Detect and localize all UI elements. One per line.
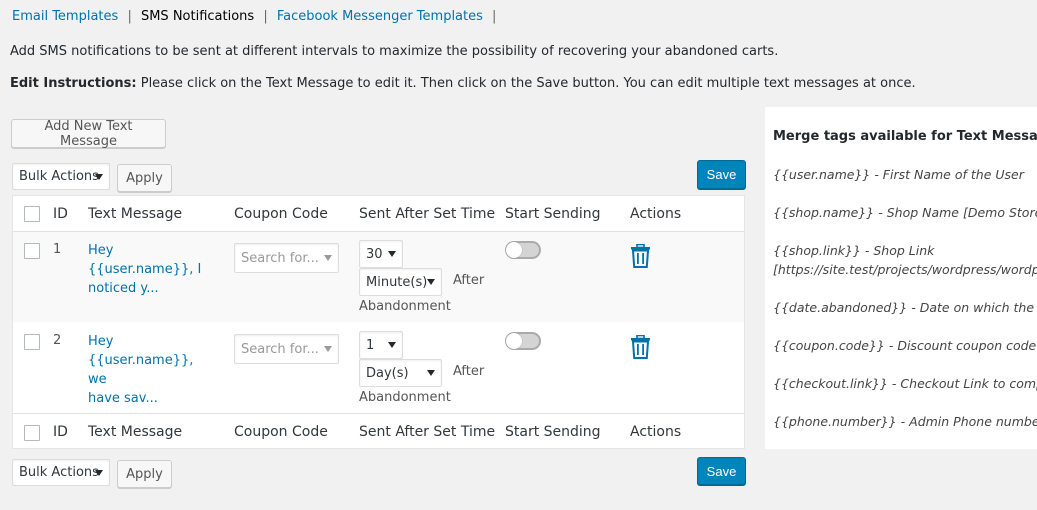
column-footer-coupon-code: Coupon Code [234, 424, 328, 440]
footer-divider [13, 413, 744, 414]
edit-instructions-label: Edit Instructions: [10, 76, 137, 91]
column-header-start-sending: Start Sending [505, 206, 601, 222]
column-header-id[interactable]: ID [53, 206, 68, 222]
text-message-line: have sav... [88, 391, 158, 406]
merge-tag-item: {{coupon.code}} - Discount coupon code [773, 338, 1037, 353]
apply-button-bottom[interactable]: Apply [117, 460, 172, 488]
bulk-actions-value: Bulk Actions [19, 169, 99, 184]
column-footer-start-sending: Start Sending [505, 424, 601, 440]
sms-templates-table: ID Text Message Coupon Code Sent After S… [12, 195, 745, 449]
row-checkbox[interactable] [24, 334, 40, 350]
chevron-down-icon [324, 346, 332, 352]
after-label: After [453, 364, 485, 379]
abandonment-label: Abandonment [359, 299, 451, 314]
merge-tag-item: {{phone.number}} - Admin Phone number [773, 414, 1037, 429]
abandonment-label: Abandonment [359, 390, 451, 405]
column-footer-text-message[interactable]: Text Message [88, 424, 182, 440]
trash-icon[interactable] [630, 334, 651, 363]
save-button-top[interactable]: Save [697, 160, 746, 189]
column-footer-sent-after-set-time: Sent After Set Time [359, 424, 496, 440]
merge-tag-item: {{user.name}} - First Name of the User [773, 167, 1024, 182]
row-checkbox[interactable] [24, 243, 40, 259]
page-description: Add SMS notifications to be sent at diff… [10, 44, 779, 59]
time-value-select[interactable]: 1 [359, 331, 403, 359]
row-id: 1 [53, 242, 62, 257]
merge-tag-item: {{date.abandoned}} - Date on which the C… [773, 300, 1037, 315]
text-message-line: noticed y... [88, 281, 159, 296]
merge-tag-item: [https://site.test/projects/wordpress/wo… [773, 262, 1037, 277]
start-sending-toggle[interactable] [505, 241, 541, 259]
sub-navigation: Email Templates | SMS Notifications | Fa… [12, 9, 501, 24]
text-message-link[interactable]: Hey {{user.name}}, we have sav... [88, 332, 208, 408]
merge-tags-panel: Merge tags available for Text Messages: … [765, 107, 1037, 449]
coupon-code-placeholder: Search for... [241, 341, 319, 357]
trash-icon[interactable] [630, 243, 651, 272]
tab-separator: | [492, 9, 497, 24]
chevron-down-icon [388, 342, 396, 348]
select-all-checkbox-footer[interactable] [24, 425, 40, 441]
column-footer-actions: Actions [630, 424, 682, 440]
chevron-down-icon [427, 279, 435, 285]
tab-separator: | [263, 9, 268, 24]
merge-tag-item: {{checkout.link}} - Checkout Link to com… [773, 376, 1037, 391]
edit-instructions-text: Please click on the Text Message to edit… [140, 76, 916, 91]
chevron-down-icon [95, 469, 103, 476]
time-value-select[interactable]: 30 [359, 240, 403, 268]
chevron-down-icon [388, 251, 396, 257]
text-message-link[interactable]: Hey {{user.name}}, I noticed y... [88, 241, 208, 298]
save-button-bottom[interactable]: Save [697, 457, 746, 485]
tab-separator: | [127, 9, 132, 24]
bulk-actions-select-top[interactable]: Bulk Actions [12, 163, 110, 190]
column-header-coupon-code: Coupon Code [234, 206, 328, 222]
coupon-code-select[interactable]: Search for... [234, 243, 339, 273]
coupon-code-select[interactable]: Search for... [234, 334, 339, 364]
column-header-text-message[interactable]: Text Message [88, 206, 182, 222]
coupon-code-placeholder: Search for... [241, 250, 319, 266]
column-header-actions: Actions [630, 206, 682, 222]
tab-email-templates[interactable]: Email Templates [12, 9, 118, 24]
chevron-down-icon [95, 173, 103, 180]
select-all-checkbox[interactable] [24, 206, 40, 222]
chevron-down-icon [324, 255, 332, 261]
tab-facebook-messenger-templates[interactable]: Facebook Messenger Templates [277, 9, 483, 24]
text-message-line: Hey {{user.name}}, we [88, 334, 194, 387]
column-footer-id[interactable]: ID [53, 424, 68, 440]
merge-tags-title: Merge tags available for Text Messages: [773, 129, 1037, 144]
bulk-actions-value: Bulk Actions [19, 465, 99, 480]
time-unit-select[interactable]: Minute(s) [359, 268, 442, 296]
time-unit: Day(s) [366, 365, 409, 381]
time-value: 30 [366, 246, 383, 262]
apply-button-top[interactable]: Apply [117, 164, 172, 192]
edit-instructions: Edit Instructions: Please click on the T… [10, 76, 916, 91]
text-message-line: Hey {{user.name}}, I [88, 243, 202, 277]
merge-tag-item: {{shop.link}} - Shop Link [773, 243, 935, 258]
add-new-text-message-button[interactable]: Add New Text Message [11, 119, 166, 149]
column-header-sent-after-set-time: Sent After Set Time [359, 206, 496, 222]
time-unit: Minute(s) [366, 274, 428, 290]
tab-sms-notifications[interactable]: SMS Notifications [141, 9, 254, 24]
row-id: 2 [53, 333, 62, 348]
bulk-actions-select-bottom[interactable]: Bulk Actions [12, 459, 110, 486]
time-value: 1 [366, 337, 375, 353]
merge-tag-item: {{shop.name}} - Shop Name [Demo Store] [773, 205, 1037, 220]
chevron-down-icon [427, 370, 435, 376]
time-unit-select[interactable]: Day(s) [359, 359, 442, 387]
start-sending-toggle[interactable] [505, 332, 541, 350]
after-label: After [453, 273, 485, 288]
